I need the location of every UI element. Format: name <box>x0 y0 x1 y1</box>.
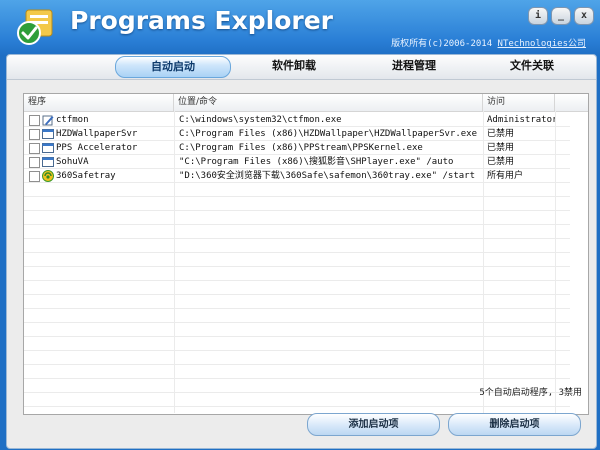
app-window: Programs Explorer i _ x 版权所有(c)2006-2014… <box>0 0 600 450</box>
row-gridline <box>24 252 570 253</box>
row-gridline <box>24 280 570 281</box>
row-checkbox[interactable] <box>29 143 40 154</box>
row-checkbox[interactable] <box>29 115 40 126</box>
program-access: 已禁用 <box>487 129 515 139</box>
program-name: PPS Accelerator <box>56 143 138 153</box>
info-button[interactable]: i <box>528 7 548 25</box>
window-icon <box>42 143 54 153</box>
tab-file-association[interactable]: 文件关联 <box>477 56 587 76</box>
minimize-button[interactable]: _ <box>551 7 571 25</box>
column-header-command[interactable]: 位置/命令 <box>174 94 483 111</box>
column-header-filler <box>555 94 588 111</box>
row-checkbox[interactable] <box>29 157 40 168</box>
row-checkbox[interactable] <box>29 171 40 182</box>
program-command: C:\windows\system32\ctfmon.exe <box>179 115 342 125</box>
program-command: C:\Program Files (x86)\HZDWallpaper\HZDW… <box>179 129 479 139</box>
program-access: 已禁用 <box>487 157 515 167</box>
list-header: 程序 位置/命令 访问 <box>24 94 588 112</box>
program-access: Administrator <box>487 115 555 125</box>
table-row[interactable]: PPS Accelerator C:\Program Files (x86)\P… <box>24 141 588 155</box>
copyright-notice: 版权所有(c)2006-2014 <box>391 39 493 49</box>
table-row[interactable]: 360Safetray "D:\360安全浏览器下载\360Safe\safem… <box>24 169 588 183</box>
status-summary: 5个自动启动程序, 3禁用 <box>479 388 582 398</box>
row-gridline <box>24 406 570 407</box>
main-panel: 自动启动 软件卸载 进程管理 文件关联 程序 位置/命令 访问 ctfmon C… <box>6 54 597 449</box>
row-gridline <box>24 238 570 239</box>
tab-process-manager[interactable]: 进程管理 <box>359 56 469 76</box>
tab-autostart[interactable]: 自动启动 <box>115 56 231 78</box>
app-title: Programs Explorer <box>70 6 334 35</box>
program-name: ctfmon <box>56 115 89 125</box>
row-gridline <box>24 378 570 379</box>
program-access: 所有用户 <box>487 171 524 181</box>
tab-bar: 自动启动 软件卸载 进程管理 文件关联 <box>7 55 596 80</box>
column-header-program[interactable]: 程序 <box>24 94 174 111</box>
company-link[interactable]: NTechnologies公司 <box>498 39 586 49</box>
row-gridline <box>24 308 570 309</box>
row-gridline <box>24 364 570 365</box>
pen-icon <box>42 115 54 126</box>
table-row[interactable]: SohuVA "C:\Program Files (x86)\搜狐影音\SHPl… <box>24 155 588 169</box>
program-command: C:\Program Files (x86)\PPStream\PPSKerne… <box>179 143 423 153</box>
title-bar: Programs Explorer i _ x 版权所有(c)2006-2014… <box>0 0 600 52</box>
table-row[interactable]: ctfmon C:\windows\system32\ctfmon.exe Ad… <box>24 113 588 127</box>
row-gridline <box>24 322 570 323</box>
copyright-text: 版权所有(c)2006-2014 NTechnologies公司 <box>391 36 586 49</box>
row-gridline <box>24 294 570 295</box>
row-gridline <box>24 336 570 337</box>
program-command: "D:\360安全浏览器下载\360Safe\safemon\360tray.e… <box>179 171 475 181</box>
row-gridline <box>24 350 570 351</box>
row-checkbox[interactable] <box>29 129 40 140</box>
autostart-list[interactable]: 程序 位置/命令 访问 ctfmon C:\windows\system32\c… <box>23 93 589 415</box>
row-gridline <box>24 224 570 225</box>
program-name: SohuVA <box>56 157 89 167</box>
add-startup-button[interactable]: 添加启动项 <box>307 413 440 436</box>
window-icon <box>42 129 54 139</box>
table-row[interactable]: HZDWallpaperSvr C:\Program Files (x86)\H… <box>24 127 588 141</box>
program-name: 360Safetray <box>56 171 116 181</box>
column-header-access[interactable]: 访问 <box>483 94 555 111</box>
close-button[interactable]: x <box>574 7 594 25</box>
row-gridline <box>24 196 570 197</box>
program-name: HZDWallpaperSvr <box>56 129 138 139</box>
row-gridline <box>24 266 570 267</box>
shield-360-icon <box>42 170 54 182</box>
row-gridline <box>24 210 570 211</box>
program-command: "C:\Program Files (x86)\搜狐影音\SHPlayer.ex… <box>179 157 454 167</box>
app-logo-icon <box>17 9 53 45</box>
window-icon <box>42 157 54 167</box>
program-access: 已禁用 <box>487 143 515 153</box>
remove-startup-button[interactable]: 删除启动项 <box>448 413 581 436</box>
tab-uninstall[interactable]: 软件卸载 <box>239 56 349 76</box>
